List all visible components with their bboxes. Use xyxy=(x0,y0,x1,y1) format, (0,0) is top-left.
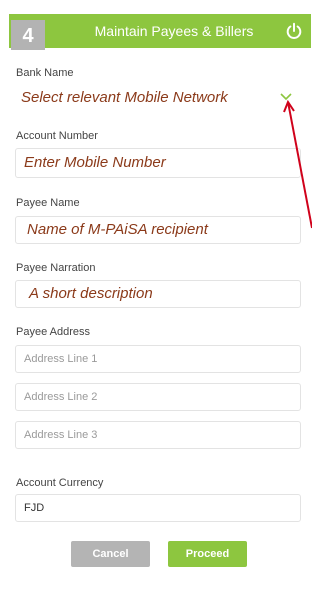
step-number-badge: 4 xyxy=(11,20,45,50)
address-line-1-placeholder: Address Line 1 xyxy=(24,353,98,365)
address-line-2-placeholder: Address Line 2 xyxy=(24,391,98,403)
chevron-down-icon[interactable] xyxy=(279,92,293,102)
account-currency-input[interactable]: FJD xyxy=(15,494,301,522)
power-icon[interactable] xyxy=(285,22,303,40)
payee-narration-label: Payee Narration xyxy=(16,262,96,274)
proceed-button[interactable]: Proceed xyxy=(168,541,247,567)
payee-narration-annotation: A short description xyxy=(29,285,153,302)
account-number-label: Account Number xyxy=(16,130,98,142)
cancel-button[interactable]: Cancel xyxy=(71,541,150,567)
bank-name-label: Bank Name xyxy=(16,67,74,79)
address-line-3-placeholder: Address Line 3 xyxy=(24,429,98,441)
account-number-annotation: Enter Mobile Number xyxy=(24,154,166,171)
address-line-2-input[interactable]: Address Line 2 xyxy=(15,383,301,411)
address-line-3-input[interactable]: Address Line 3 xyxy=(15,421,301,449)
page-title: Maintain Payees & Billers xyxy=(94,23,254,39)
payee-name-annotation: Name of M-PAiSA recipient xyxy=(27,221,208,238)
account-currency-value: FJD xyxy=(24,502,45,514)
account-currency-label: Account Currency xyxy=(16,477,104,489)
bank-name-annotation: Select relevant Mobile Network xyxy=(21,89,228,106)
payee-name-label: Payee Name xyxy=(16,197,80,209)
header-bar: Maintain Payees & Billers xyxy=(9,14,311,48)
address-line-1-input[interactable]: Address Line 1 xyxy=(15,345,301,373)
payee-address-label: Payee Address xyxy=(16,326,90,338)
